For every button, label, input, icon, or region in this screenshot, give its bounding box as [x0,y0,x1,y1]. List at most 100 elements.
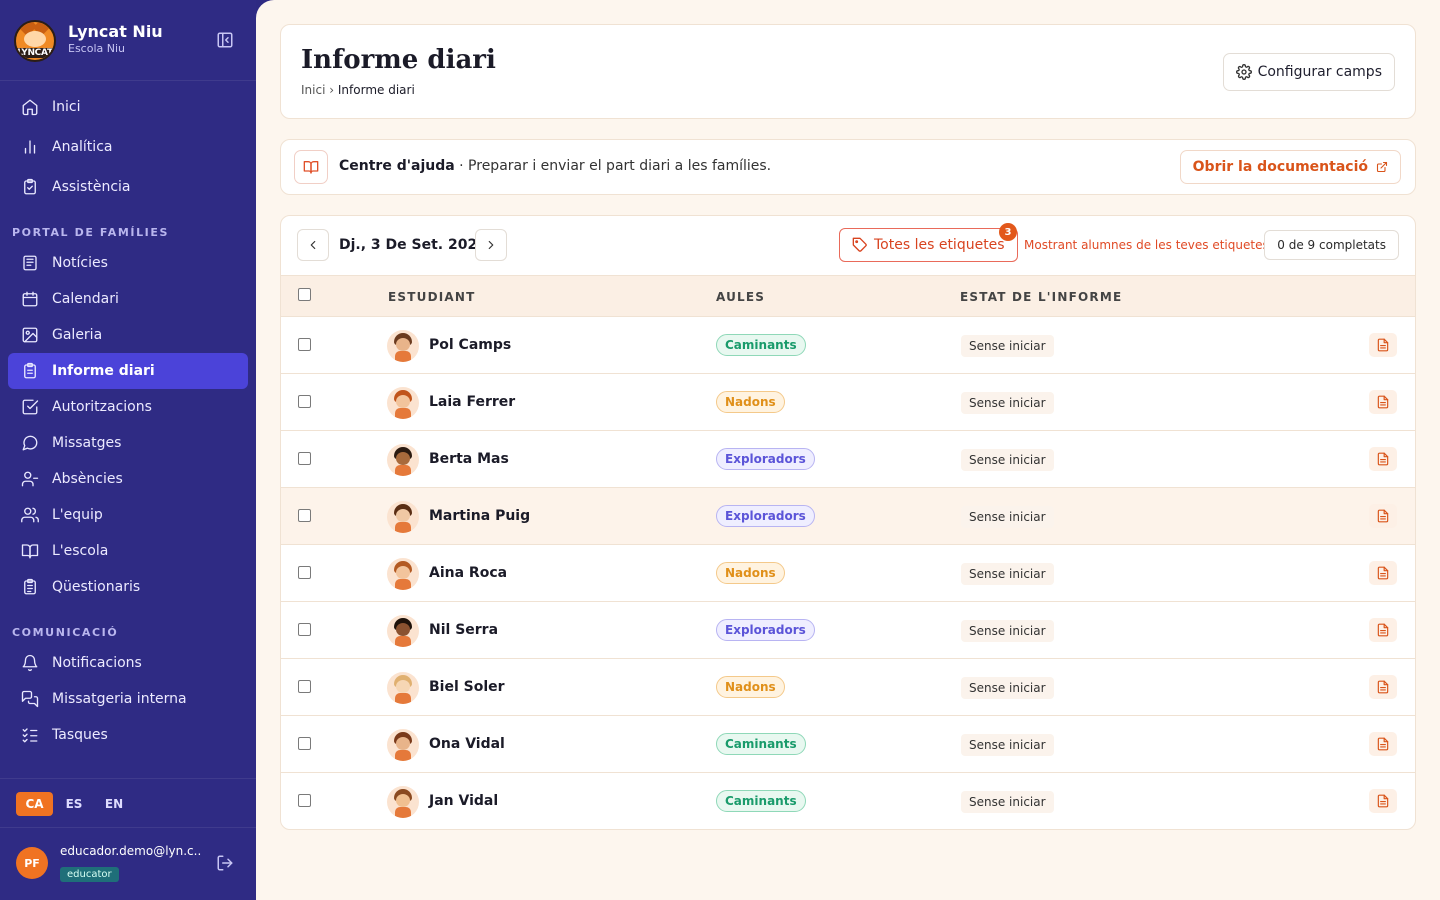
open-report-button[interactable] [1369,618,1397,642]
class-badge: Caminants [716,733,806,755]
user-email: educador.demo@lyn.c... [60,844,202,858]
sidebar-item-assistència[interactable]: Assistència [8,169,248,205]
sidebar-item-inici[interactable]: Inici [8,89,248,125]
sidebar-item-calendari[interactable]: Calendari [8,281,248,317]
status-badge: Sense iniciar [961,620,1054,642]
help-text: Centre d'ajuda · Preparar i enviar el pa… [339,158,771,174]
file-text-icon [1377,737,1389,751]
sidebar-item-missatges[interactable]: Missatges [8,425,248,461]
table-row[interactable]: Nil Serra Exploradors Sense iniciar [281,602,1415,659]
sidebar-item-label: Galeria [52,327,103,343]
table-row[interactable]: Laia Ferrer Nadons Sense iniciar [281,374,1415,431]
messages-square-icon [20,689,40,709]
sidebar-item-notícies[interactable]: Notícies [8,245,248,281]
open-report-button[interactable] [1369,789,1397,813]
sidebar-item-analítica[interactable]: Analítica [8,129,248,165]
sidebar-item-label: Tasques [52,727,108,743]
sidebar-item-label: Qüestionaris [52,579,141,595]
avatar[interactable]: PF [16,847,48,879]
status-badge: Sense iniciar [961,734,1054,756]
student-name[interactable]: Nil Serra [429,622,498,638]
external-link-icon [1376,161,1388,173]
sidebar-item-notificacions[interactable]: Notificacions [8,645,248,681]
student-avatar [387,558,419,590]
sidebar-item-galeria[interactable]: Galeria [8,317,248,353]
image-icon [20,325,40,345]
breadcrumb-home[interactable]: Inici [301,83,325,97]
configure-fields-label: Configurar camps [1257,64,1382,80]
collapse-sidebar-icon[interactable] [216,31,234,49]
open-report-button[interactable] [1369,675,1397,699]
table-row[interactable]: Pol Camps Caminants Sense iniciar [281,317,1415,374]
open-report-button[interactable] [1369,504,1397,528]
student-avatar [387,672,419,704]
row-checkbox[interactable] [298,452,311,465]
row-checkbox[interactable] [298,338,311,351]
row-checkbox[interactable] [298,566,311,579]
home-icon [20,97,40,117]
student-name[interactable]: Martina Puig [429,508,530,524]
open-report-button[interactable] [1369,561,1397,585]
sidebar-item-tasques[interactable]: Tasques [8,717,248,753]
file-text-icon [1377,509,1389,523]
sidebar-item-label: L'equip [52,507,103,523]
column-report-status[interactable]: ESTAT DE L'INFORME [960,290,1122,304]
lang-en[interactable]: EN [100,792,128,816]
open-report-button[interactable] [1369,447,1397,471]
table-row[interactable]: Berta Mas Exploradors Sense iniciar [281,431,1415,488]
file-text-icon [1377,452,1389,466]
row-checkbox[interactable] [298,680,311,693]
table-row[interactable]: Aina Roca Nadons Sense iniciar [281,545,1415,602]
open-docs-button[interactable]: Obrir la documentació [1179,150,1401,184]
section-families-label: PORTAL DE FAMÍLIES [12,226,170,239]
table-row[interactable]: Jan Vidal Caminants Sense iniciar [281,773,1415,829]
column-student[interactable]: ESTUDIANT [388,290,476,304]
row-checkbox[interactable] [298,509,311,522]
table-row[interactable]: Biel Soler Nadons Sense iniciar [281,659,1415,716]
table-row[interactable]: Martina Puig Exploradors Sense iniciar [281,488,1415,545]
student-name[interactable]: Biel Soler [429,679,505,695]
brand[interactable]: LYNCAT Lyncat Niu Escola Niu [14,18,244,62]
student-name[interactable]: Aina Roca [429,565,507,581]
lang-ca[interactable]: CA [16,792,53,816]
list-checks-icon [20,725,40,745]
logout-icon[interactable] [216,854,234,872]
tags-filter-button[interactable]: Totes les etiquetes [839,228,1018,262]
student-name[interactable]: Laia Ferrer [429,394,515,410]
student-name[interactable]: Ona Vidal [429,736,505,752]
select-all-checkbox[interactable] [298,288,311,301]
bell-icon [20,653,40,673]
book-icon [294,150,328,184]
prev-day-button[interactable] [297,229,329,261]
report-table-card: Dj., 3 De Set. 2026 Totes les etiquetes … [280,215,1416,830]
sidebar-item-l-equip[interactable]: L'equip [8,497,248,533]
sidebar-item-informe-diari[interactable]: Informe diari [8,353,248,389]
open-report-button[interactable] [1369,732,1397,756]
row-checkbox[interactable] [298,395,311,408]
column-classes[interactable]: AULES [716,290,765,304]
sidebar-item-absències[interactable]: Absències [8,461,248,497]
language-switcher: CA ES EN [0,778,256,828]
table-header: ESTUDIANT AULES ESTAT DE L'INFORME [281,275,1415,317]
sidebar-item-autoritzacions[interactable]: Autoritzacions [8,389,248,425]
sidebar-item-qüestionaris[interactable]: Qüestionaris [8,569,248,605]
lang-es[interactable]: ES [60,792,88,816]
sidebar-item-l-escola[interactable]: L'escola [8,533,248,569]
student-name[interactable]: Pol Camps [429,337,511,353]
class-badge: Nadons [716,391,785,413]
student-name[interactable]: Berta Mas [429,451,509,467]
sidebar-item-label: Assistència [52,179,131,195]
configure-fields-button[interactable]: Configurar camps [1222,53,1395,91]
class-badge: Exploradors [716,619,815,641]
row-checkbox[interactable] [298,794,311,807]
open-report-button[interactable] [1369,333,1397,357]
sidebar-item-label: Calendari [52,291,119,307]
next-day-button[interactable] [475,229,507,261]
student-name[interactable]: Jan Vidal [429,793,498,809]
table-row[interactable]: Ona Vidal Caminants Sense iniciar [281,716,1415,773]
status-badge: Sense iniciar [961,791,1054,813]
row-checkbox[interactable] [298,623,311,636]
row-checkbox[interactable] [298,737,311,750]
sidebar-item-missatgeria-interna[interactable]: Missatgeria interna [8,681,248,717]
open-report-button[interactable] [1369,390,1397,414]
